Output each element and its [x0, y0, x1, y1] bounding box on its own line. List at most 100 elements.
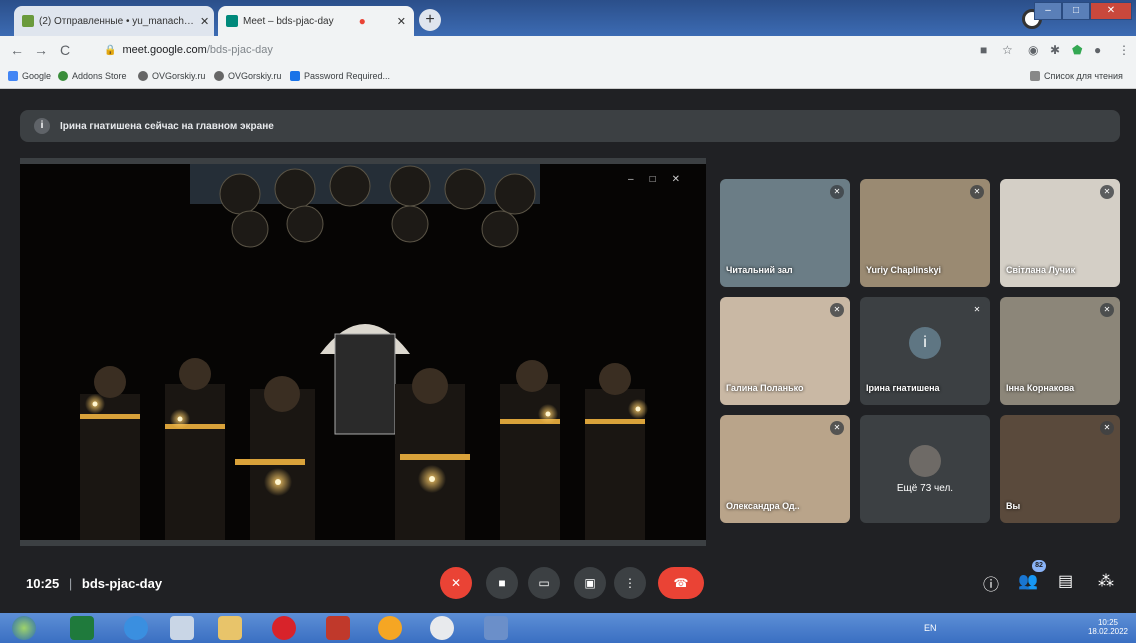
file-icon[interactable] [170, 616, 194, 640]
lock-icon: 🔒 [104, 45, 117, 56]
new-tab-button[interactable]: + [419, 9, 441, 31]
page-icon [290, 71, 300, 81]
reload-icon[interactable]: C [60, 42, 70, 58]
meeting-info: 10:25 | bds-pjac-day [26, 576, 162, 591]
star-icon[interactable]: ☆ [1002, 43, 1013, 57]
info-icon[interactable]: ⓘ [983, 571, 999, 595]
globe-icon [214, 71, 224, 81]
participant-name: Світлана Лучик [1006, 265, 1076, 275]
participant-tile[interactable]: ✕ і Ірина гнатишена [860, 297, 990, 405]
explorer-icon[interactable] [218, 616, 242, 640]
mic-off-icon: ✕ [1100, 303, 1114, 317]
meeting-code: bds-pjac-day [81, 576, 163, 591]
camera-button[interactable]: ■ [486, 567, 518, 599]
recording-dot-icon: ● [358, 14, 366, 28]
participant-name: Читальний зал [726, 265, 793, 275]
more-participants-tile[interactable]: Ещё 73 чел. [860, 415, 990, 523]
minimize-icon[interactable]: – [1034, 2, 1062, 20]
language-indicator[interactable]: EN [924, 623, 937, 633]
participant-tile[interactable]: ✕ Читальний зал [720, 179, 850, 287]
chrome-icon[interactable] [430, 616, 454, 640]
tab-meet[interactable]: Meet – bds-pjac-day ● ✕ [218, 6, 414, 36]
leave-call-button[interactable]: ☎ [658, 567, 704, 599]
mic-off-button[interactable]: ✕ [440, 567, 472, 599]
participant-name: Ірина гнатишена [866, 383, 940, 393]
menu-icon[interactable]: ⋮ [1118, 43, 1130, 57]
puzzle-icon[interactable]: ✱ [1050, 43, 1060, 57]
tab-title: (2) Отправленные • yu_manach… [39, 15, 194, 27]
participant-name: Yuriy Chaplinskyi [866, 265, 942, 275]
bookmark-ovgorskiy-2[interactable]: OVGorskiy.ru [214, 71, 281, 81]
camera-icon[interactable]: ■ [980, 43, 987, 57]
bookmark-ovgorskiy-1[interactable]: OVGorskiy.ru [138, 71, 205, 81]
participant-tile[interactable]: ✕ Yuriy Chaplinskyi [860, 179, 990, 287]
opera-icon[interactable] [272, 616, 296, 640]
captions-button[interactable]: ▭ [528, 567, 560, 599]
participant-name: Олександра Од.. [726, 501, 800, 511]
forward-icon[interactable]: → [34, 42, 48, 58]
participant-tile[interactable]: ✕ Галина Поланько [720, 297, 850, 405]
activities-icon[interactable]: ⁂ [1098, 571, 1114, 591]
clock[interactable]: 10:25 18.02.2022 [1088, 618, 1128, 636]
tab-title: Meet – bds-pjac-day [243, 15, 334, 27]
banner-text: Ірина гнатишена сейчас на главном экране [60, 120, 274, 132]
user-icon[interactable]: ● [1094, 43, 1101, 57]
people-icon[interactable]: 👥 [1018, 571, 1038, 591]
app-icon[interactable] [378, 616, 402, 640]
separator: | [68, 576, 73, 591]
url-path: /bds-pjac-day [206, 44, 273, 56]
ie-icon[interactable] [124, 616, 148, 640]
window-close-icon[interactable]: ✕ [1090, 2, 1132, 20]
windows-taskbar: EN 10:25 18.02.2022 [0, 613, 1136, 643]
meet-icon [226, 15, 238, 27]
main-stage: –□✕ [20, 158, 706, 546]
tray-date: 18.02.2022 [1087, 627, 1128, 636]
group-avatar [909, 445, 941, 477]
addons-icon [58, 71, 68, 81]
self-tile[interactable]: ✕ Вы [1000, 415, 1120, 523]
participant-tile[interactable]: ✕ Олександра Од.. [720, 415, 850, 523]
mail-icon [22, 15, 34, 27]
participant-name: Інна Корнакова [1006, 383, 1075, 393]
participant-tile[interactable]: ✕ Інна Корнакова [1000, 297, 1120, 405]
participant-name: Вы [1006, 501, 1021, 511]
more-options-button[interactable]: ⋮ [614, 567, 646, 599]
video-window-controls[interactable]: –□✕ [628, 174, 696, 185]
close-icon[interactable]: ✕ [391, 15, 406, 28]
bookmark-google[interactable]: Google [8, 71, 51, 81]
bookmark-password[interactable]: Password Required... [290, 71, 390, 81]
avatar: і [909, 327, 941, 359]
address-bar[interactable]: 🔒 meet.google.com/bds-pjac-day [104, 44, 273, 56]
info-icon: i [34, 118, 50, 134]
participants-count-badge: 82 [1032, 560, 1046, 572]
google-icon [8, 71, 18, 81]
tab-mail[interactable]: (2) Отправленные • yu_manach… ✕ [14, 6, 214, 36]
reading-list-icon [1030, 71, 1040, 81]
start-icon[interactable] [12, 616, 36, 640]
participant-tile[interactable]: ✕ Світлана Лучик [1000, 179, 1120, 287]
mic-off-icon: ✕ [970, 303, 984, 317]
reading-list[interactable]: Список для чтения [1030, 71, 1123, 81]
globe-icon [138, 71, 148, 81]
maximize-icon[interactable]: □ [1062, 2, 1090, 20]
shield-icon[interactable]: ⬟ [1072, 43, 1082, 57]
bookmarks-bar: Google Addons Store OVGorskiy.ru OVGorsk… [0, 66, 1136, 89]
meeting-time: 10:25 [26, 576, 60, 591]
extension-icon[interactable]: ◉ [1028, 43, 1038, 57]
app-icon[interactable] [326, 616, 350, 640]
bookmark-addons[interactable]: Addons Store [58, 71, 127, 81]
app-icon[interactable] [484, 616, 508, 640]
mic-off-icon: ✕ [1100, 185, 1114, 199]
back-icon[interactable]: ← [10, 42, 24, 58]
close-icon[interactable]: ✕ [194, 15, 209, 28]
mic-off-icon: ✕ [830, 303, 844, 317]
chat-icon[interactable]: ▤ [1058, 571, 1073, 591]
tray-time: 10:25 [1097, 618, 1118, 627]
mic-off-icon: ✕ [970, 185, 984, 199]
excel-icon[interactable] [70, 616, 94, 640]
window-controls: – □ ✕ [1034, 2, 1132, 20]
url-host: meet.google.com [122, 44, 207, 56]
mic-off-icon: ✕ [1100, 421, 1114, 435]
shared-video[interactable]: –□✕ [20, 164, 706, 540]
present-button[interactable]: ▣ [574, 567, 606, 599]
